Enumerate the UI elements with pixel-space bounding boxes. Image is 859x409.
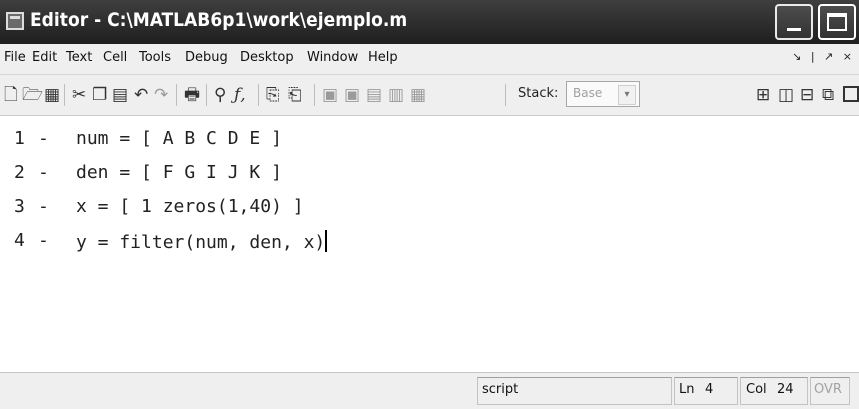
line-gutter[interactable]: 1 -: [6, 128, 66, 162]
line-gutter[interactable]: 3 -: [6, 196, 66, 230]
status-ovr: OVR: [814, 382, 842, 397]
menu-file[interactable]: File: [4, 50, 26, 65]
find-icon[interactable]: ⚲: [214, 85, 226, 105]
menu-edit[interactable]: Edit: [32, 50, 57, 65]
stack-label: Stack:: [518, 86, 559, 101]
breakpoint-marker[interactable]: -: [38, 128, 49, 149]
matlab-editor-window: Editor - C:\MATLAB6p1\work\ejemplo.m Fil…: [0, 0, 859, 409]
code-line[interactable]: x = [ 1 zeros(1,40) ]: [76, 196, 304, 217]
cell-icon-1[interactable]: ⎘: [266, 85, 280, 105]
line-number: 2: [14, 162, 25, 183]
toolbar-separator: [505, 84, 506, 106]
breakpoint-set-icon[interactable]: ▣: [322, 85, 338, 105]
open-file-icon[interactable]: 🗁: [22, 85, 43, 105]
float-icon[interactable]: ⧉: [822, 85, 834, 105]
split-vertical-icon[interactable]: ◫: [778, 85, 794, 105]
maximize-button[interactable]: [818, 4, 856, 40]
line-number: 1: [14, 128, 25, 149]
cell-icon-2[interactable]: ⎗: [288, 85, 302, 105]
maximize-icon: [827, 13, 847, 31]
code-line[interactable]: den = [ F G I J K ]: [76, 162, 282, 183]
function-icon[interactable]: ƒ,: [234, 85, 246, 105]
step-in-icon[interactable]: ▥: [388, 85, 404, 105]
chevron-down-icon[interactable]: ▾: [618, 85, 636, 105]
menu-debug[interactable]: Debug: [185, 50, 228, 65]
undo-icon[interactable]: ↶: [134, 85, 148, 105]
dock-controls[interactable]: ↘ | ↗ ×: [792, 50, 855, 63]
minimize-icon: [787, 28, 801, 31]
breakpoint-marker[interactable]: -: [38, 196, 49, 217]
save-icon[interactable]: ▦: [44, 85, 60, 105]
toolbar-separator: [64, 84, 65, 106]
copy-icon[interactable]: ❐: [92, 85, 107, 105]
menu-cell[interactable]: Cell: [103, 50, 127, 65]
menu-help[interactable]: Help: [368, 50, 398, 65]
breakpoint-marker[interactable]: -: [38, 162, 49, 183]
code-line[interactable]: num = [ A B C D E ]: [76, 128, 282, 149]
window-title: Editor - C:\MATLAB6p1\work\ejemplo.m: [30, 9, 408, 31]
minimize-button[interactable]: [775, 4, 813, 40]
title-bar[interactable]: Editor - C:\MATLAB6p1\work\ejemplo.m: [0, 0, 859, 44]
stack-select[interactable]: Base ▾: [566, 81, 640, 107]
menu-window[interactable]: Window: [307, 50, 358, 65]
stack-select-value: Base: [573, 86, 603, 100]
tile-icon[interactable]: ⊞: [756, 85, 770, 105]
maximize-pane-icon[interactable]: [843, 86, 859, 102]
text-cursor: [325, 230, 328, 252]
toolbar-separator: [258, 84, 259, 106]
line-gutter[interactable]: 2 -: [6, 162, 66, 196]
code-line-text: y = filter(num, den, x): [76, 232, 326, 253]
menu-tools[interactable]: Tools: [139, 50, 171, 65]
status-mode: script: [482, 382, 519, 397]
step-out-icon[interactable]: ▦: [410, 85, 426, 105]
menu-bar: File Edit Text Cell Tools Debug Desktop …: [0, 44, 859, 75]
redo-icon[interactable]: ↷: [154, 85, 168, 105]
line-number: 3: [14, 196, 25, 217]
status-col-value: 24: [777, 382, 794, 397]
status-bar: script Ln 4 Col 24 OVR: [0, 372, 859, 409]
menu-text[interactable]: Text: [66, 50, 92, 65]
toolbar-separator: [314, 84, 315, 106]
toolbar-separator: [176, 84, 177, 106]
toolbar: 🗋 🗁 ▦ ✂ ❐ ▤ ↶ ↷ 🖶 ⚲ ƒ, ⎘ ⎗ ▣ ▣ ▤ ▥ ▦ Sta…: [0, 75, 859, 116]
editor-app-icon: [6, 12, 24, 30]
split-horizontal-icon[interactable]: ⊟: [800, 85, 814, 105]
status-col-label: Col: [746, 382, 767, 397]
menu-desktop[interactable]: Desktop: [240, 50, 294, 65]
status-line-label: Ln: [679, 382, 695, 397]
line-number: 4: [14, 230, 25, 251]
toolbar-separator: [206, 84, 207, 106]
new-file-icon[interactable]: 🗋: [4, 85, 18, 105]
code-line[interactable]: y = filter(num, den, x): [76, 230, 328, 253]
breakpoint-marker[interactable]: -: [38, 230, 49, 251]
step-icon[interactable]: ▤: [366, 85, 382, 105]
paste-icon[interactable]: ▤: [112, 85, 128, 105]
breakpoint-clear-icon[interactable]: ▣: [344, 85, 360, 105]
code-editor[interactable]: 1 - num = [ A B C D E ] 2 - den = [ F G …: [0, 116, 859, 372]
line-gutter[interactable]: 4 -: [6, 230, 66, 264]
status-line-value: 4: [705, 382, 714, 397]
cut-icon[interactable]: ✂: [72, 85, 86, 105]
print-icon[interactable]: 🖶: [184, 85, 200, 105]
